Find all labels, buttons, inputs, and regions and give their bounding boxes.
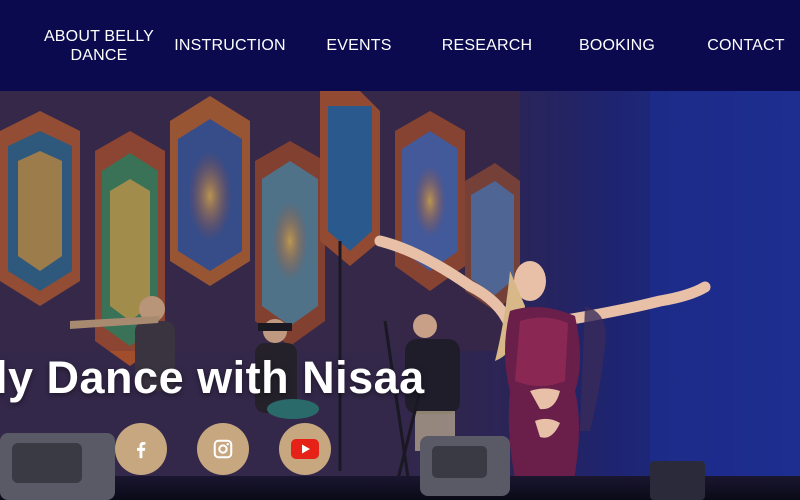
youtube-icon [291,439,319,459]
hero-title: lly Dance with Nisaa [0,352,425,403]
hero-banner: lly Dance with Nisaa [0,91,800,500]
nav-instruction[interactable]: INSTRUCTION [170,36,290,55]
facebook-link[interactable] [115,423,167,475]
top-navigation: ABOUT BELLY DANCE INSTRUCTION EVENTS RES… [0,0,800,91]
nav-booking[interactable]: BOOKING [571,36,663,55]
instagram-icon [213,439,233,459]
facebook-icon [137,441,146,459]
nav-contact[interactable]: CONTACT [700,36,792,55]
nav-research[interactable]: RESEARCH [437,36,537,55]
nav-events[interactable]: EVENTS [320,36,398,55]
youtube-link[interactable] [279,423,331,475]
nav-about-belly-dance[interactable]: ABOUT BELLY DANCE [40,27,158,65]
instagram-link[interactable] [197,423,249,475]
